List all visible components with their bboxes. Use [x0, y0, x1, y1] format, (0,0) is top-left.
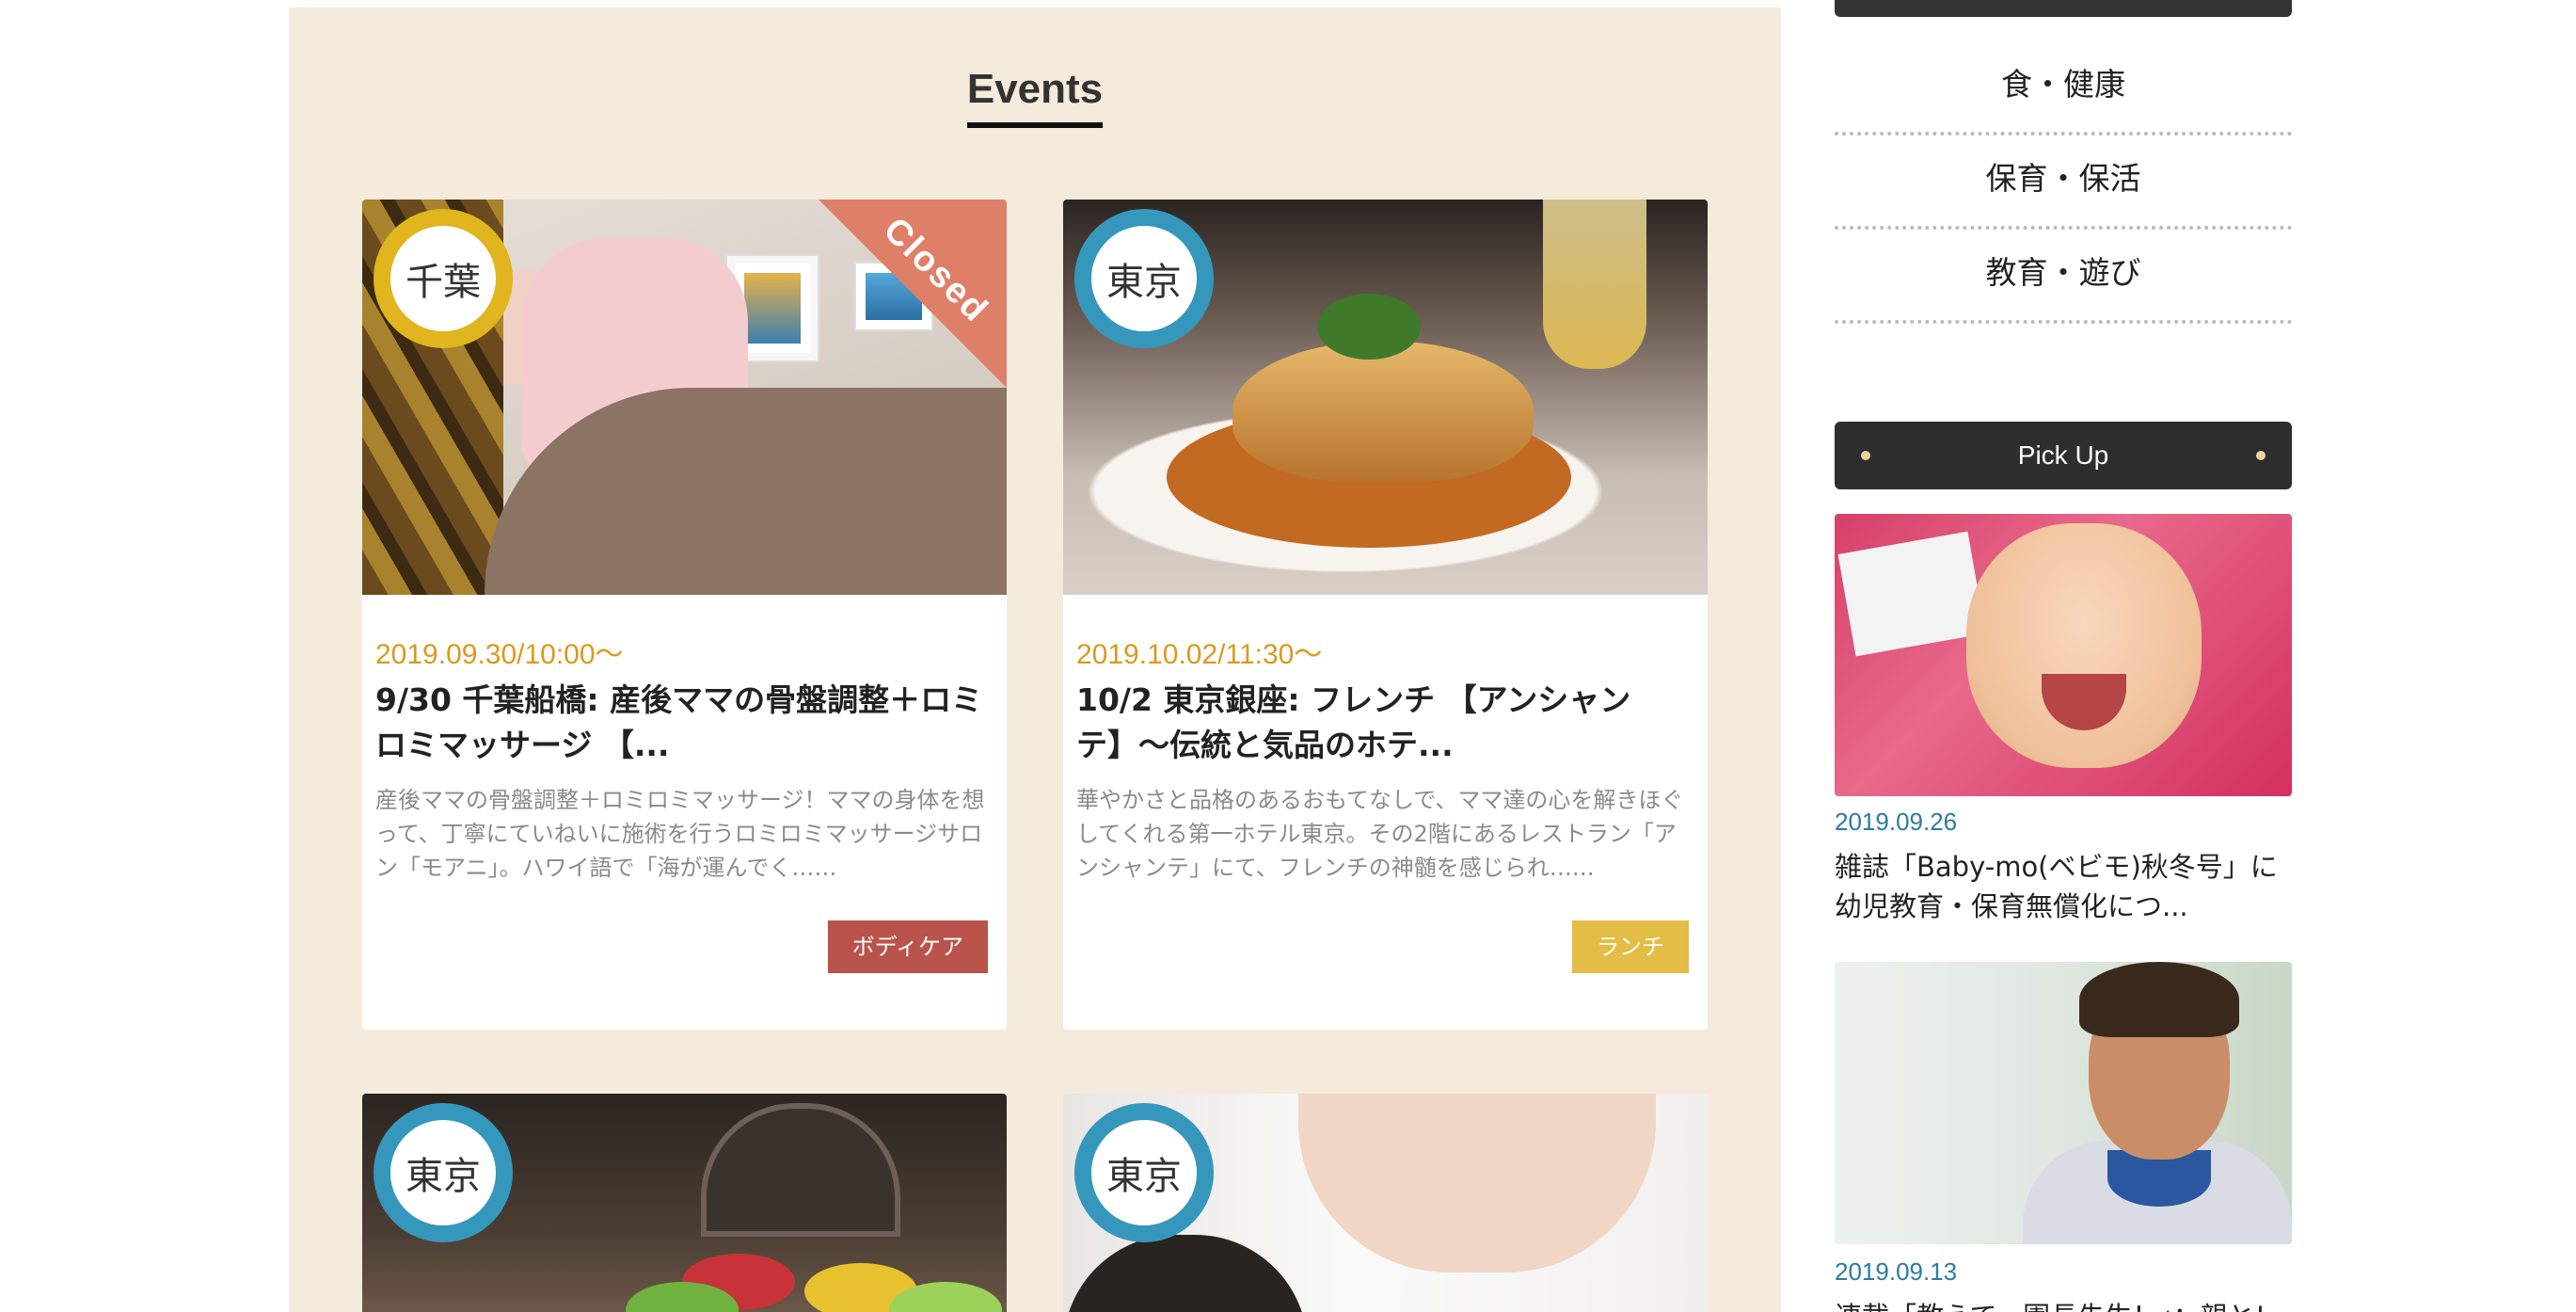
event-photo-dish[interactable]: 東京	[1063, 200, 1708, 595]
area-badge: 東京	[1074, 1103, 1214, 1242]
pickup-image-principal[interactable]	[1835, 962, 2292, 1244]
sidebar-item-education[interactable]: 教育・遊び	[1835, 226, 2292, 324]
area-badge: 千葉	[374, 209, 513, 348]
pickup-title[interactable]: 連載「教えて、園長先生！」：親と!	[1835, 1297, 2292, 1312]
event-card[interactable]: 東京	[362, 1094, 1007, 1312]
event-excerpt: 華やかさと品格のあるおもてなしで、ママ達の心を解きほぐしてくれる第一ホテル東京。…	[1076, 787, 1684, 881]
event-photo-buffet[interactable]: 東京	[362, 1094, 1007, 1312]
dot-icon	[2256, 451, 2266, 460]
event-excerpt: 産後ママの骨盤調整＋ロミロミマッサージ！ママの身体を想って、丁寧にていねいに施術…	[375, 787, 985, 881]
pickup-date: 2019.09.13	[1835, 1257, 1958, 1286]
pickup-image-magazine[interactable]	[1835, 514, 2292, 796]
sidebar-header-bar	[1835, 0, 2292, 17]
events-heading-text: Events	[966, 66, 1104, 128]
event-photo-massage[interactable]: Closed 千葉	[362, 200, 1007, 595]
area-badge: 東京	[374, 1103, 513, 1242]
photo-decor	[1063, 1235, 1308, 1312]
event-date: 2019.10.02/11:30〜	[1076, 639, 1323, 670]
sidebar-item-childcare[interactable]: 保育・保活	[1835, 132, 2292, 230]
photo-decor	[1232, 341, 1534, 482]
photo-decor	[1543, 200, 1646, 369]
sidebar-item-food-health[interactable]: 食・健康	[1835, 38, 2292, 136]
pickup-heading-text: Pick Up	[2017, 440, 2109, 470]
photo-decor	[1317, 294, 1421, 360]
photo-decor	[1966, 523, 2202, 768]
pickup-title[interactable]: 雑誌「Baby-mo(ベビモ)秋冬号」に幼児教育・保育無償化につ...	[1835, 847, 2292, 926]
category-tag[interactable]: ボディケア	[827, 920, 988, 973]
pickup-date: 2019.09.26	[1835, 808, 1958, 836]
event-card[interactable]: 東京 2019.10.02/11:30〜 10/2 東京銀座: フレンチ 【アン…	[1063, 200, 1708, 1030]
dot-icon	[1861, 451, 1870, 460]
event-photo-massage[interactable]: 東京	[1063, 1094, 1708, 1312]
area-badge: 東京	[1074, 209, 1214, 348]
events-heading: Events	[289, 66, 1781, 128]
photo-decor	[1837, 531, 1986, 657]
events-section: Events Closed 千葉 2019.09.30/10:00〜 9/30 …	[289, 8, 1781, 1312]
event-title[interactable]: 9/30 千葉船橋: 産後ママの骨盤調整＋ロミロミマッサージ 【...	[375, 678, 994, 768]
photo-decor	[701, 1103, 900, 1237]
photo-decor	[2079, 962, 2239, 1037]
event-card[interactable]: Closed 千葉 2019.09.30/10:00〜 9/30 千葉船橋: 産…	[362, 200, 1007, 1030]
event-date: 2019.09.30/10:00〜	[375, 639, 624, 670]
category-tag[interactable]: ランチ	[1572, 920, 1689, 973]
event-title[interactable]: 10/2 東京銀座: フレンチ 【アンシャンテ】〜伝統と気品のホテ...	[1076, 678, 1694, 768]
photo-decor	[1298, 1094, 1656, 1272]
pickup-heading: Pick Up	[1835, 422, 2292, 489]
page: Events Closed 千葉 2019.09.30/10:00〜 9/30 …	[0, 0, 2576, 1312]
event-card[interactable]: 東京	[1063, 1094, 1708, 1312]
